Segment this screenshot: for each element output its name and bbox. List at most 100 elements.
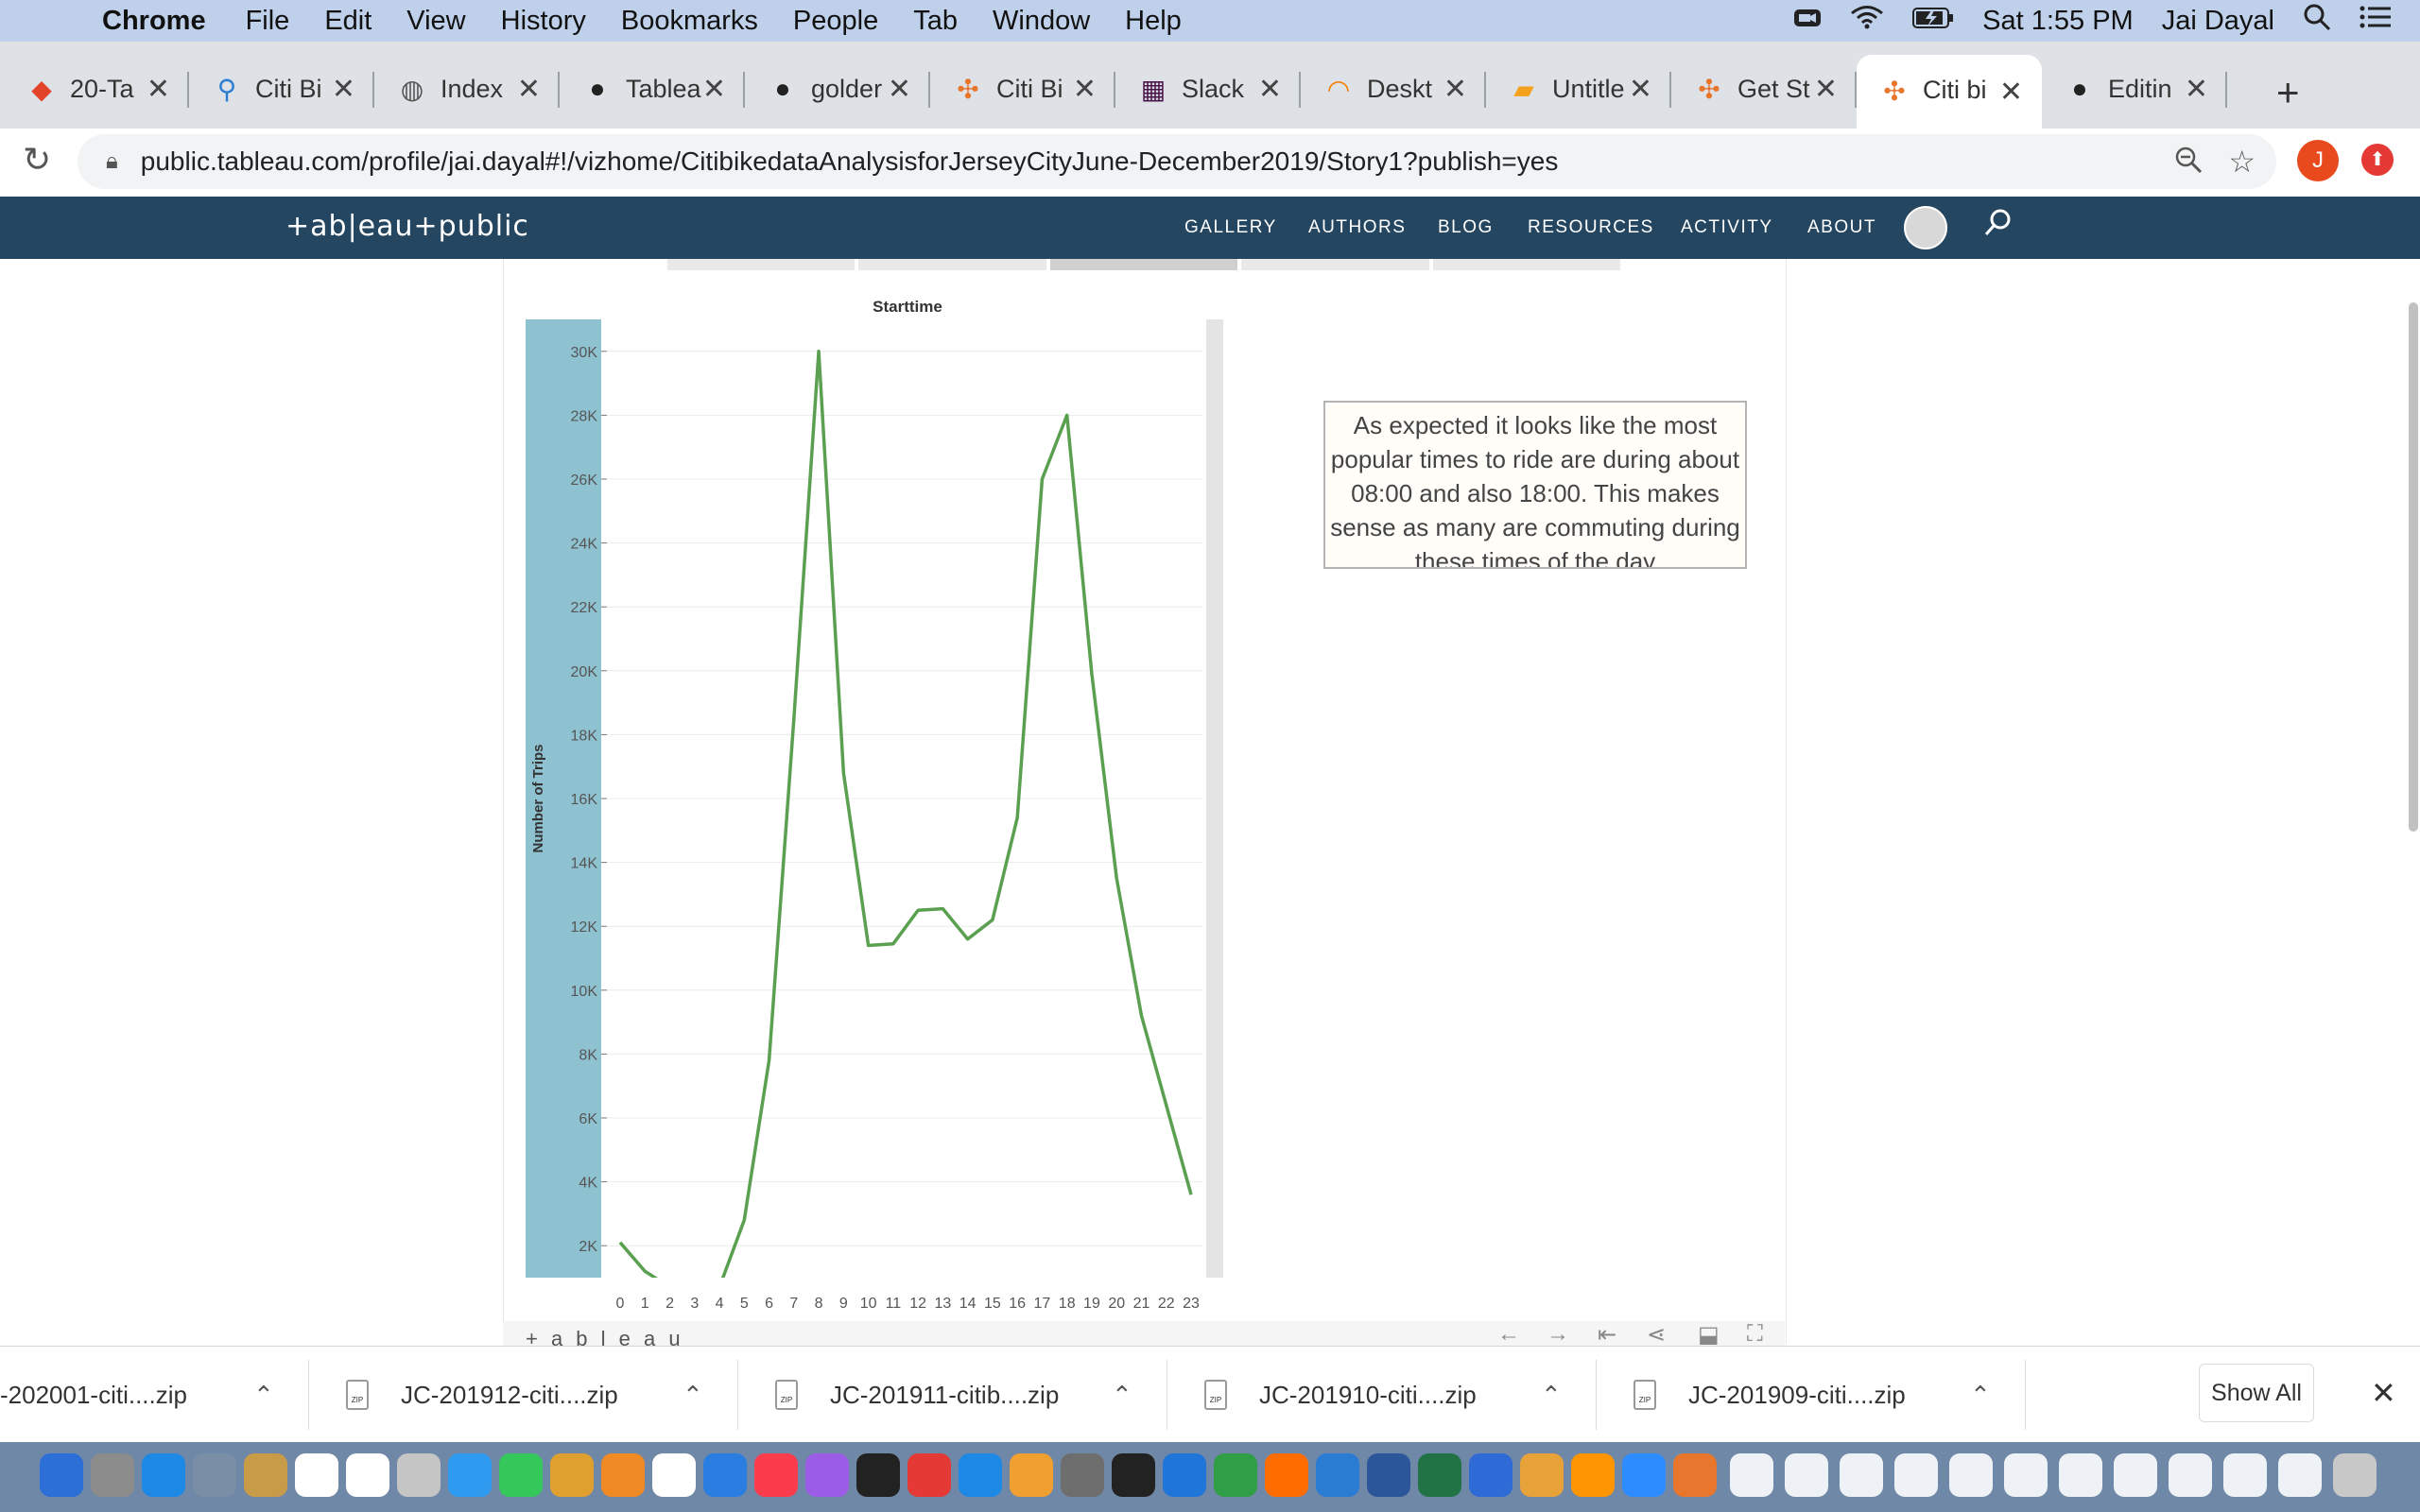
tab[interactable]: ● Tablea ✕ (560, 64, 745, 113)
dock-app-icon[interactable] (1010, 1453, 1053, 1497)
tab[interactable]: ◍ Index ✕ (374, 64, 560, 113)
trips-series-line[interactable] (618, 350, 1193, 1303)
spotlight-search-icon[interactable] (2303, 3, 2331, 39)
tab-close-icon[interactable]: ✕ (1258, 73, 1282, 106)
dock-app-icon[interactable] (193, 1453, 236, 1497)
url-text[interactable]: public.tableau.com/profile/jai.dayal#!/v… (141, 146, 1559, 177)
story-point[interactable] (858, 259, 1046, 270)
chart-scrollbar[interactable] (1206, 319, 1223, 1278)
nav-blog[interactable]: BLOG (1438, 217, 1494, 238)
menu-help[interactable]: Help (1125, 6, 1182, 37)
tab-close-icon[interactable]: ✕ (147, 73, 170, 106)
tab[interactable]: ▦ Slack ✕ (1115, 64, 1301, 113)
download-item[interactable]: ZIP JC-201909-citi....zip ⌃ (1634, 1347, 1991, 1443)
profile-avatar[interactable]: J (2297, 140, 2339, 181)
fullscreen-icon[interactable]: ⛶ (1747, 1321, 1763, 1348)
dock-recent-item-icon[interactable] (1894, 1453, 1938, 1497)
dock-app-icon[interactable] (91, 1453, 134, 1497)
tab[interactable]: ● golder ✕ (745, 64, 930, 113)
dock-app-icon[interactable] (1112, 1453, 1155, 1497)
battery-icon[interactable] (1912, 6, 1954, 37)
menu-window[interactable]: Window (993, 6, 1090, 37)
update-icon[interactable]: ⬆ (2361, 144, 2394, 176)
dock-app-icon[interactable] (1316, 1453, 1359, 1497)
dock-app-icon[interactable] (295, 1453, 338, 1497)
bookmark-star-icon[interactable]: ☆ (2228, 144, 2256, 180)
data-point-hour-11[interactable] (892, 943, 894, 945)
dock-app-icon[interactable] (1571, 1453, 1615, 1497)
menu-file[interactable]: File (246, 6, 290, 37)
tab[interactable]: ✣ Citi Bi ✕ (930, 64, 1115, 113)
data-point-hour-10[interactable] (868, 944, 870, 946)
dock-app-icon[interactable] (1163, 1453, 1206, 1497)
clock-text[interactable]: Sat 1:55 PM (1982, 6, 2134, 37)
camera-status-icon[interactable] (1793, 6, 1822, 37)
dock-app-icon[interactable] (856, 1453, 900, 1497)
data-point-hour-9[interactable] (842, 772, 844, 774)
tab[interactable]: ◠ Deskt ✕ (1301, 64, 1486, 113)
tab-close-icon[interactable]: ✕ (517, 73, 541, 106)
story-point[interactable] (1241, 259, 1429, 270)
tab-close-icon[interactable]: ✕ (1814, 73, 1838, 106)
data-point-hour-12[interactable] (917, 909, 919, 911)
control-center-list-icon[interactable] (2360, 4, 2392, 38)
dock-recent-item-icon[interactable] (1949, 1453, 1993, 1497)
download-item[interactable]: ZIP JC-201910-citi....zip ⌃ (1204, 1347, 1562, 1443)
dock-recent-item-icon[interactable] (1785, 1453, 1828, 1497)
wifi-icon[interactable] (1850, 5, 1884, 37)
data-point-hour-22[interactable] (1166, 1104, 1167, 1106)
data-point-hour-16[interactable] (1016, 816, 1018, 818)
tab[interactable]: ● Editin ✕ (2042, 64, 2227, 113)
show-all-downloads-button[interactable]: Show All (2199, 1364, 2314, 1422)
lock-icon[interactable]: 🔒︎ (106, 148, 118, 175)
data-point-hour-21[interactable] (1140, 1015, 1142, 1017)
data-point-hour-17[interactable] (1041, 478, 1043, 480)
share-icon[interactable]: ⋖ (1647, 1321, 1666, 1349)
dock-app-icon[interactable] (1265, 1453, 1308, 1497)
undo-icon[interactable]: ← (1497, 1321, 1520, 1348)
data-point-hour-18[interactable] (1066, 414, 1068, 416)
search-icon[interactable] (1983, 208, 2014, 246)
download-filename[interactable]: JC-201911-citib....zip (830, 1381, 1059, 1410)
story-point[interactable] (1432, 259, 1621, 270)
dock-recent-item-icon[interactable] (1730, 1453, 1773, 1497)
dock-app-icon[interactable] (142, 1453, 185, 1497)
tab[interactable]: ✣ Get St ✕ (1671, 64, 1857, 113)
dock-app-icon[interactable] (1418, 1453, 1461, 1497)
story-caption[interactable]: As expected it looks like the most popul… (1323, 401, 1747, 569)
dock-recent-item-icon[interactable] (2169, 1453, 2212, 1497)
dock-app-icon[interactable] (805, 1453, 849, 1497)
dock-app-icon[interactable] (959, 1453, 1002, 1497)
chevron-up-icon[interactable]: ⌃ (683, 1381, 703, 1410)
menu-app-chrome[interactable]: Chrome (102, 6, 206, 37)
dock-app-icon[interactable] (1214, 1453, 1257, 1497)
menu-history[interactable]: History (501, 6, 586, 37)
tab[interactable]: ⚲ Citi Bi ✕ (189, 64, 374, 113)
tab-close-icon[interactable]: ✕ (2185, 73, 2208, 106)
data-point-hour-5[interactable] (743, 1219, 745, 1221)
dock-app-icon[interactable] (703, 1453, 747, 1497)
new-tab-button[interactable]: + (2276, 70, 2300, 115)
chevron-up-icon[interactable]: ⌃ (1970, 1381, 1991, 1410)
dock-app-icon[interactable] (397, 1453, 441, 1497)
data-point-hour-0[interactable] (619, 1242, 621, 1244)
dock-app-icon[interactable] (550, 1453, 594, 1497)
dock-recent-item-icon[interactable] (2114, 1453, 2157, 1497)
dock-app-icon[interactable] (652, 1453, 696, 1497)
address-bar[interactable]: 🔒︎ public.tableau.com/profile/jai.dayal#… (78, 134, 2276, 189)
data-point-hour-19[interactable] (1091, 673, 1093, 675)
data-point-hour-8[interactable] (818, 351, 820, 352)
tab[interactable]: ◆ 20-Ta ✕ (4, 64, 189, 113)
dock-app-icon[interactable] (1520, 1453, 1564, 1497)
dock-recent-item-icon[interactable] (2059, 1453, 2102, 1497)
download-icon[interactable]: ⬓ (1698, 1321, 1720, 1349)
dock-app-icon[interactable] (1673, 1453, 1717, 1497)
menu-view[interactable]: View (406, 6, 465, 37)
download-filename[interactable]: JC-201910-citi....zip (1259, 1381, 1477, 1410)
dock-app-icon[interactable] (244, 1453, 287, 1497)
chevron-up-icon[interactable]: ⌃ (253, 1381, 274, 1410)
nav-about[interactable]: ABOUT (1807, 217, 1876, 238)
tab-close-icon[interactable]: ✕ (1443, 73, 1467, 106)
tab-close-icon[interactable]: ✕ (1999, 76, 2023, 109)
menu-tab[interactable]: Tab (913, 6, 958, 37)
